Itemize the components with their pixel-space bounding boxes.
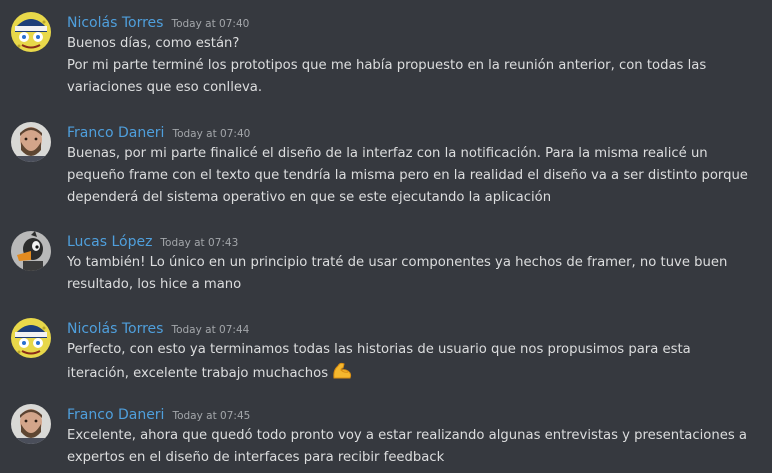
author-name[interactable]: Nicolás Torres <box>67 321 163 337</box>
message-line: Por mi parte terminé los prototipos que … <box>67 58 707 73</box>
message-header: Franco Daneri Today at 07:45 <box>67 404 250 424</box>
message-line: Perfecto, con esto ya terminamos todas l… <box>67 342 691 357</box>
message-content: Excelente, ahora que quedó todo pronto v… <box>67 425 757 469</box>
timestamp[interactable]: Today at 07:43 <box>160 237 238 249</box>
message-line: Buenos días, como están? <box>67 36 240 51</box>
message-line: Buenas, por mi parte finalicé el diseño … <box>67 146 708 161</box>
duck-avatar[interactable] <box>11 231 51 271</box>
message-line-text: iteración, excelente trabajo muchachos <box>67 366 329 381</box>
message-line: variaciones que eso conlleva. <box>67 80 263 95</box>
message-content: Buenas, por mi parte finalicé el diseño … <box>67 143 757 209</box>
message-header: Lucas López Today at 07:43 <box>67 231 238 251</box>
timestamp[interactable]: Today at 07:40 <box>172 128 250 140</box>
author-name[interactable]: Nicolás Torres <box>67 15 163 31</box>
message-header: Franco Daneri Today at 07:40 <box>67 122 250 142</box>
message-line: iteración, excelente trabajo muchachos <box>67 361 757 389</box>
message-line: Yo también! Lo único en un principio tra… <box>67 255 728 270</box>
author-name[interactable]: Lucas López <box>67 234 152 250</box>
bearded-man-avatar[interactable] <box>11 404 51 444</box>
author-name[interactable]: Franco Daneri <box>67 125 164 141</box>
message-content: Yo también! Lo único en un principio tra… <box>67 252 757 296</box>
message-line: expertos en el diseño de interfaces para… <box>67 450 445 465</box>
message-line: Excelente, ahora que quedó todo pronto v… <box>67 428 747 443</box>
timestamp[interactable]: Today at 07:40 <box>171 18 249 30</box>
message-header: Nicolás Torres Today at 07:44 <box>67 318 249 338</box>
bearded-man-avatar[interactable] <box>11 122 51 162</box>
author-name[interactable]: Franco Daneri <box>67 407 164 423</box>
message-line: resultado, los hice a mano <box>67 277 242 292</box>
flexed-biceps-emoji <box>331 361 353 389</box>
message-content: Perfecto, con esto ya terminamos todas l… <box>67 339 757 389</box>
timestamp[interactable]: Today at 07:45 <box>172 410 250 422</box>
sponge-character-avatar[interactable] <box>11 12 51 52</box>
message-content: Buenos días, como están? Por mi parte te… <box>67 33 757 99</box>
message-header: Nicolás Torres Today at 07:40 <box>67 12 249 32</box>
message-line: dependerá del sistema operativo en que s… <box>67 190 552 205</box>
timestamp[interactable]: Today at 07:44 <box>171 324 249 336</box>
message-line: pequeño frame con el texto que tendría l… <box>67 168 748 183</box>
sponge-character-avatar[interactable] <box>11 318 51 358</box>
